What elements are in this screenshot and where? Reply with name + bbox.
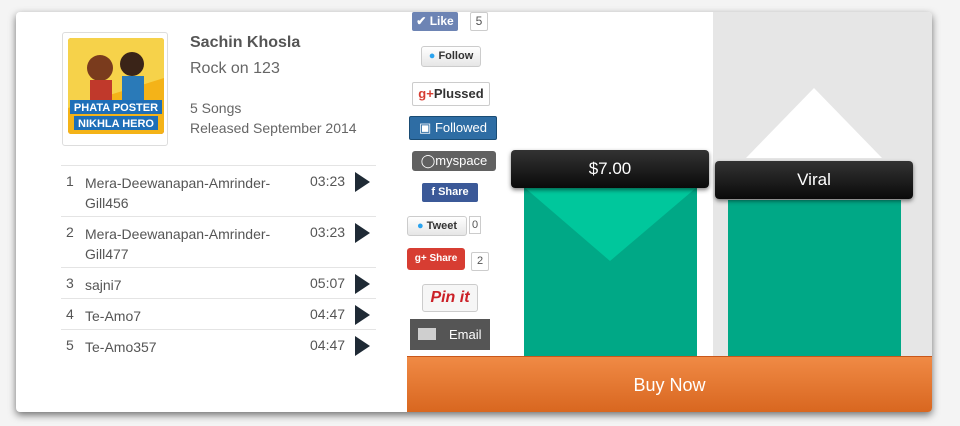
email-label: Email [449, 327, 482, 342]
svg-text:NIKHLA HERO: NIKHLA HERO [78, 118, 154, 130]
twitter-bird-icon: ● [428, 50, 436, 62]
google-plus-icon: g+ [414, 253, 427, 264]
tweet-button[interactable]: ● Tweet [407, 216, 467, 236]
album-cover-art: PHATA POSTER NIKHLA HERO [68, 38, 164, 134]
release-date: Released September 2014 [190, 120, 357, 136]
play-icon[interactable] [355, 336, 370, 356]
album-widget: PHATA POSTER NIKHLA HERO Sachin Khosla R… [16, 12, 932, 412]
track-number: 5 [66, 337, 74, 353]
tweet-count: 0 [469, 216, 481, 234]
track-title: Mera-Deewanapan-Amrinder-Gill477 [85, 226, 271, 262]
price-label: $7.00 [511, 150, 709, 188]
myspace-icon: ◯ [420, 153, 436, 168]
instagram-icon: ▣ [419, 120, 432, 135]
fb-share-label: Share [438, 186, 469, 198]
track-duration: 04:47 [310, 337, 346, 353]
track-number: 1 [66, 173, 74, 189]
album-cover: PHATA POSTER NIKHLA HERO [62, 32, 168, 146]
gplus-share-count: 2 [471, 252, 489, 271]
track-number: 3 [66, 275, 74, 291]
facebook-share-button[interactable]: f Share [422, 183, 478, 202]
tweet-label: Tweet [426, 220, 458, 232]
play-icon[interactable] [355, 305, 370, 325]
track-duration: 03:23 [310, 224, 346, 240]
follow-label: Follow [438, 50, 474, 62]
pinterest-pin-button[interactable]: Pin it [422, 284, 478, 312]
viral-label: Viral [715, 161, 913, 199]
song-count: 5 Songs [190, 100, 242, 116]
twitter-follow-button[interactable]: ● Follow [421, 46, 481, 67]
followed-label: Followed [434, 120, 487, 135]
myspace-label: myspace [435, 153, 488, 168]
google-plus-plussed-button[interactable]: g+Plussed [412, 82, 490, 106]
track-duration: 04:47 [310, 306, 346, 322]
instagram-followed-button[interactable]: ▣ Followed [409, 116, 497, 140]
google-plus-share-button[interactable]: g+ Share [407, 248, 465, 270]
track-title: Te-Amo7 [85, 308, 142, 324]
viral-column [728, 200, 901, 357]
roof-shape [746, 88, 882, 158]
plussed-label: Plussed [433, 86, 484, 101]
price-column-chevron [524, 187, 697, 261]
svg-text:PHATA POSTER: PHATA POSTER [74, 102, 158, 114]
email-button[interactable]: Email [410, 319, 490, 350]
track-row: 1 Mera-Deewanapan-Amrinder-Gill456 03:23 [61, 165, 376, 216]
myspace-button[interactable]: ◯myspace [412, 151, 496, 171]
track-duration: 05:07 [310, 275, 346, 291]
track-row: 3 sajni7 05:07 [61, 267, 376, 298]
track-title: sajni7 [85, 277, 122, 293]
track-title: Te-Amo357 [85, 339, 157, 355]
track-number: 2 [66, 224, 74, 240]
gplus-share-label: Share [429, 253, 458, 264]
album-title: Rock on 123 [190, 60, 280, 77]
track-title: Mera-Deewanapan-Amrinder-Gill456 [85, 175, 271, 211]
play-icon[interactable] [355, 274, 370, 294]
track-number: 4 [66, 306, 74, 322]
twitter-bird-icon: ● [416, 220, 424, 232]
facebook-like-button[interactable]: ✔ Like [412, 12, 458, 31]
play-icon[interactable] [355, 223, 370, 243]
track-row: 5 Te-Amo357 04:47 [61, 329, 376, 360]
buy-now-button[interactable]: Buy Now [407, 356, 932, 412]
track-row: 4 Te-Amo7 04:47 [61, 298, 376, 329]
play-icon[interactable] [355, 172, 370, 192]
artist-name: Sachin Khosla [190, 34, 301, 51]
like-label: Like [429, 14, 454, 28]
envelope-icon [418, 328, 436, 340]
google-plus-icon: g+ [418, 86, 434, 101]
track-row: 2 Mera-Deewanapan-Amrinder-Gill477 03:23 [61, 216, 376, 267]
track-duration: 03:23 [310, 173, 346, 189]
like-count: 5 [470, 12, 488, 31]
track-list: 1 Mera-Deewanapan-Amrinder-Gill456 03:23… [61, 165, 376, 360]
facebook-icon: f [431, 186, 436, 198]
